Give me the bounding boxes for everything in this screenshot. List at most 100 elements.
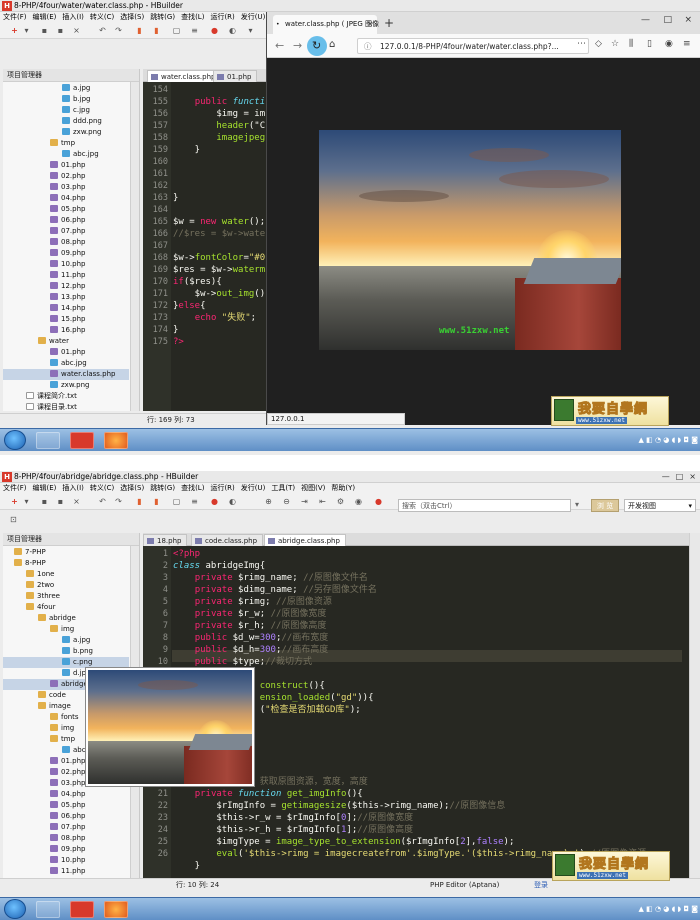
menu-item[interactable]: 视图(V) [298, 483, 328, 494]
minimize-icon[interactable]: — [662, 471, 670, 483]
tree-item[interactable]: ddd.png [3, 116, 129, 127]
browse-button[interactable]: 浏 览 [591, 499, 619, 512]
format-icon[interactable]: ≡ [190, 497, 199, 506]
save-all-icon[interactable]: ▪ [56, 497, 65, 506]
tree-item[interactable]: 16.php [3, 325, 129, 336]
tree-item[interactable]: c.jpg [3, 105, 129, 116]
menu-item[interactable]: 转义(C) [87, 12, 117, 23]
taskbar-hbuilder-icon[interactable] [70, 901, 94, 918]
tree-item[interactable]: zxw.png [3, 127, 129, 138]
tree-item[interactable]: 04.php [3, 789, 129, 800]
menu-item[interactable]: 编辑(E) [30, 483, 60, 494]
menu-item[interactable]: 编辑(E) [30, 12, 60, 23]
tree-item[interactable]: a.jpg [3, 83, 129, 94]
tree-item[interactable]: 课程简介.txt [3, 391, 129, 402]
editor-mode[interactable]: PHP Editor (Aptana) [430, 879, 499, 891]
browser-tab[interactable]: • water.class.php ( JPEG 图像 × [273, 15, 379, 34]
start-button[interactable] [4, 430, 26, 450]
start-button[interactable] [4, 899, 26, 919]
menu-item[interactable]: 选择(S) [117, 12, 147, 23]
taskbar-firefox-icon[interactable] [104, 901, 128, 918]
search-input[interactable]: 搜索（双击Ctrl） [398, 499, 571, 512]
tree-item[interactable]: 1one [3, 569, 129, 580]
editor-tab[interactable]: 01.php [213, 70, 258, 82]
home-icon[interactable]: ⌂ [329, 39, 335, 50]
menu-item[interactable]: 文件(F) [0, 483, 30, 494]
dropdown-icon[interactable]: ▾ [22, 497, 31, 506]
browser-icon[interactable]: ◐ [228, 26, 237, 35]
menu-item[interactable]: 跳转(G) [147, 483, 178, 494]
preview-icon[interactable]: ◉ [354, 497, 363, 506]
menu-item[interactable]: 查找(L) [178, 483, 207, 494]
redo-icon[interactable]: ↷ [114, 26, 123, 35]
search-dropdown-icon[interactable]: ▾ [575, 500, 579, 509]
tree-item[interactable]: 09.php [3, 248, 129, 259]
more-icon[interactable]: ▾ [246, 26, 255, 35]
tree-item[interactable]: 02.php [3, 171, 129, 182]
zoom-in-icon[interactable]: ⊕ [264, 497, 273, 506]
close-file-icon[interactable]: × [72, 26, 81, 35]
new-tab-icon[interactable]: + [384, 16, 394, 30]
tree-item[interactable]: 06.php [3, 215, 129, 226]
comment-icon[interactable]: ▢ [172, 497, 181, 506]
taskbar-firefox-icon[interactable] [104, 432, 128, 449]
pocket-icon[interactable]: ◇ [595, 39, 602, 49]
tree-item[interactable]: abc.jpg [3, 358, 129, 369]
save-icon[interactable]: ▪ [40, 497, 49, 506]
sidebar-icon[interactable]: ▯ [647, 39, 652, 49]
menu-item[interactable]: 选择(S) [117, 483, 147, 494]
close-icon[interactable]: × [684, 15, 692, 25]
pin-icon[interactable]: ⊡ [10, 515, 17, 524]
tree-item[interactable]: 08.php [3, 237, 129, 248]
editor-tab[interactable]: code.class.php [191, 534, 264, 546]
menu-item[interactable]: 发行(U) [238, 12, 269, 23]
taskbar-explorer-icon[interactable] [36, 432, 60, 449]
menu-item[interactable]: 跳转(G) [147, 12, 178, 23]
menu-item[interactable]: 查找(L) [178, 12, 207, 23]
tree-scrollbar[interactable] [130, 82, 139, 411]
tool-icon[interactable]: ⚙ [336, 497, 345, 506]
menu-item[interactable]: 转义(C) [87, 483, 117, 494]
tree-item[interactable]: 07.php [3, 822, 129, 833]
library-icon[interactable]: ⫼ [629, 39, 633, 49]
code-editor[interactable]: water.class.php 01.php 154 155 156 157 158 159… [143, 69, 267, 411]
maximize-icon[interactable]: □ [676, 471, 684, 483]
page-info-icon[interactable]: ⓘ [364, 39, 372, 53]
forward-icon[interactable]: → [293, 39, 302, 52]
bookmark-next-icon[interactable]: ▮ [152, 497, 161, 506]
redo-icon[interactable]: ↷ [114, 497, 123, 506]
new-file-icon[interactable]: + [10, 26, 19, 35]
bookmark-star-icon[interactable]: ☆ [611, 39, 619, 49]
editor-tab[interactable]: water.class.php [147, 70, 222, 82]
browser-icon[interactable]: ◐ [228, 497, 237, 506]
tree-item[interactable]: 10.php [3, 855, 129, 866]
tree-item[interactable]: 2two [3, 580, 129, 591]
tree-item[interactable]: 8-PHP [3, 558, 129, 569]
tree-item[interactable]: 04.php [3, 193, 129, 204]
tree-item[interactable]: 11.php [3, 866, 129, 877]
new-file-icon[interactable]: + [10, 497, 19, 506]
tree-item[interactable]: abridge [3, 613, 129, 624]
tree-item[interactable]: 07.php [3, 226, 129, 237]
tree-item[interactable]: 03.php [3, 182, 129, 193]
run-icon[interactable]: ● [210, 497, 219, 506]
tree-item[interactable]: 01.php [3, 347, 129, 358]
login-link[interactable]: 登录 [534, 879, 548, 891]
tree-item[interactable]: 12.php [3, 281, 129, 292]
menu-item[interactable]: 发行(U) [238, 483, 269, 494]
undo-icon[interactable]: ↶ [98, 26, 107, 35]
zoom-out-icon[interactable]: ⊖ [282, 497, 291, 506]
tree-item[interactable]: 7-PHP [3, 547, 129, 558]
outdent-icon[interactable]: ⇤ [318, 497, 327, 506]
save-all-icon[interactable]: ▪ [56, 26, 65, 35]
view-select[interactable]: 开发视图 ▾ [624, 499, 696, 512]
page-actions-icon[interactable]: ⋯ [577, 39, 586, 49]
tree-item[interactable]: a.jpg [3, 635, 129, 646]
taskbar-explorer-icon[interactable] [36, 901, 60, 918]
tree-item[interactable]: zxw.png [3, 380, 129, 391]
tree-item[interactable]: 09.php [3, 844, 129, 855]
bookmark-icon[interactable]: ▮ [135, 497, 144, 506]
menu-item[interactable]: 插入(I) [59, 483, 87, 494]
indent-icon[interactable]: ⇥ [300, 497, 309, 506]
taskbar-hbuilder-icon[interactable] [70, 432, 94, 449]
